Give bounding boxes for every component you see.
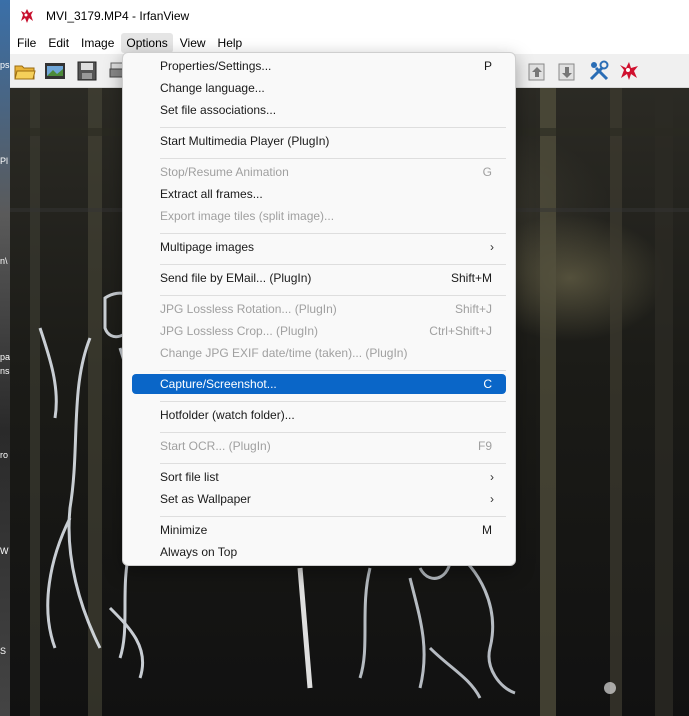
menu-item-shortcut: F9	[477, 439, 492, 453]
menu-item-label: Set as Wallpaper	[160, 492, 251, 506]
menu-item-change-language[interactable]: Change language...	[132, 78, 506, 98]
menu-item-properties-settings[interactable]: Properties/Settings... P	[132, 56, 506, 76]
menu-item-minimize[interactable]: Minimize M	[132, 520, 506, 540]
menu-separator	[160, 432, 506, 433]
menu-separator	[160, 127, 506, 128]
menu-item-start-multimedia-player-plugin[interactable]: Start Multimedia Player (PlugIn)	[132, 131, 506, 151]
title-bar[interactable]: MVI_3179.MP4 - IrfanView	[10, 0, 689, 32]
menu-item-label: Start Multimedia Player (PlugIn)	[160, 134, 330, 148]
menu-item-hotfolder-watch-folder[interactable]: Hotfolder (watch folder)...	[132, 405, 506, 425]
menu-item-label: JPG Lossless Crop... (PlugIn)	[160, 324, 319, 338]
menu-item-label: Hotfolder (watch folder)...	[160, 408, 295, 422]
menu-item-label: Export image tiles (split image)...	[160, 209, 335, 223]
irfanview-logo-icon[interactable]	[616, 58, 642, 84]
menu-separator	[160, 295, 506, 296]
menu-item-shortcut: M	[482, 523, 492, 537]
menu-item-label: Minimize	[160, 523, 208, 537]
chevron-right-icon: ›	[490, 492, 494, 506]
menu-separator	[160, 516, 506, 517]
menu-item-label: Properties/Settings...	[160, 59, 272, 73]
menu-item-shortcut: Shift+M	[450, 271, 492, 285]
options-dropdown-menu: Properties/Settings... P Change language..…	[122, 52, 516, 566]
menu-item-label: Start OCR... (PlugIn)	[160, 439, 271, 453]
menu-item-shortcut: P	[483, 59, 492, 73]
up-arrow-icon[interactable]	[524, 58, 550, 84]
menu-separator	[160, 158, 506, 159]
menu-item-jpg-lossless-rotation-plugin: JPG Lossless Rotation... (PlugIn) Shift+J	[132, 299, 506, 319]
menu-item-capture-screenshot[interactable]: Capture/Screenshot... C	[132, 374, 506, 394]
menu-item-shortcut: Ctrl+Shift+J	[429, 324, 492, 338]
menu-help[interactable]: Help	[213, 33, 248, 53]
open-folder-icon[interactable]	[12, 58, 38, 84]
menu-item-label: Change JPG EXIF date/time (taken)... (Pl…	[160, 346, 408, 360]
menu-item-multipage-images[interactable]: Multipage images ›	[132, 237, 506, 257]
settings-tools-icon[interactable]	[586, 58, 612, 84]
menu-separator	[160, 264, 506, 265]
menu-view[interactable]: View	[175, 33, 211, 53]
menu-item-jpg-lossless-crop-plugin: JPG Lossless Crop... (PlugIn) Ctrl+Shift+…	[132, 321, 506, 341]
menu-item-label: Capture/Screenshot...	[160, 377, 277, 391]
menu-item-start-ocr-plugin: Start OCR... (PlugIn) F9	[132, 436, 506, 456]
menu-item-change-jpg-exif-date-time-taken-plugin: Change JPG EXIF date/time (taken)... (Pl…	[132, 343, 506, 363]
chevron-right-icon: ›	[490, 240, 494, 254]
menu-item-label: Change language...	[160, 81, 265, 95]
menu-item-shortcut: C	[483, 377, 492, 391]
menu-file[interactable]: File	[12, 33, 41, 53]
menu-item-shortcut: Shift+J	[454, 302, 492, 316]
chevron-right-icon: ›	[490, 470, 494, 484]
menu-item-label: Multipage images	[160, 240, 255, 254]
menu-item-label: Extract all frames...	[160, 187, 263, 201]
menu-item-label: JPG Lossless Rotation... (PlugIn)	[160, 302, 337, 316]
menu-item-extract-all-frames[interactable]: Extract all frames...	[132, 184, 506, 204]
menu-item-label: Always on Top	[160, 545, 238, 559]
menu-separator	[160, 463, 506, 464]
menu-item-label: Set file associations...	[160, 103, 277, 117]
slideshow-icon[interactable]	[42, 58, 68, 84]
menu-bar: File Edit Image Options View Help	[10, 32, 689, 54]
down-arrow-icon[interactable]	[554, 58, 580, 84]
menu-item-send-file-by-email-plugin[interactable]: Send file by EMail... (PlugIn) Shift+M	[132, 268, 506, 288]
menu-separator	[160, 370, 506, 371]
menu-item-always-on-top[interactable]: Always on Top	[132, 542, 506, 562]
menu-item-set-as-wallpaper[interactable]: Set as Wallpaper ›	[132, 489, 506, 509]
menu-item-label: Stop/Resume Animation	[160, 165, 289, 179]
menu-edit[interactable]: Edit	[43, 33, 74, 53]
menu-image[interactable]: Image	[76, 33, 119, 53]
save-icon[interactable]	[74, 58, 100, 84]
menu-item-label: Send file by EMail... (PlugIn)	[160, 271, 312, 285]
menu-options[interactable]: Options	[121, 33, 173, 53]
menu-item-label: Sort file list	[160, 470, 219, 484]
menu-separator	[160, 401, 506, 402]
menu-item-stop-resume-animation: Stop/Resume Animation G	[132, 162, 506, 182]
menu-separator	[160, 233, 506, 234]
menu-item-shortcut: G	[482, 165, 492, 179]
irfanview-app-icon	[21, 9, 33, 23]
window-title: MVI_3179.MP4 - IrfanView	[46, 9, 190, 23]
menu-item-sort-file-list[interactable]: Sort file list ›	[132, 467, 506, 487]
menu-item-set-file-associations[interactable]: Set file associations...	[132, 100, 506, 120]
menu-item-export-image-tiles-split-image: Export image tiles (split image)...	[132, 206, 506, 226]
